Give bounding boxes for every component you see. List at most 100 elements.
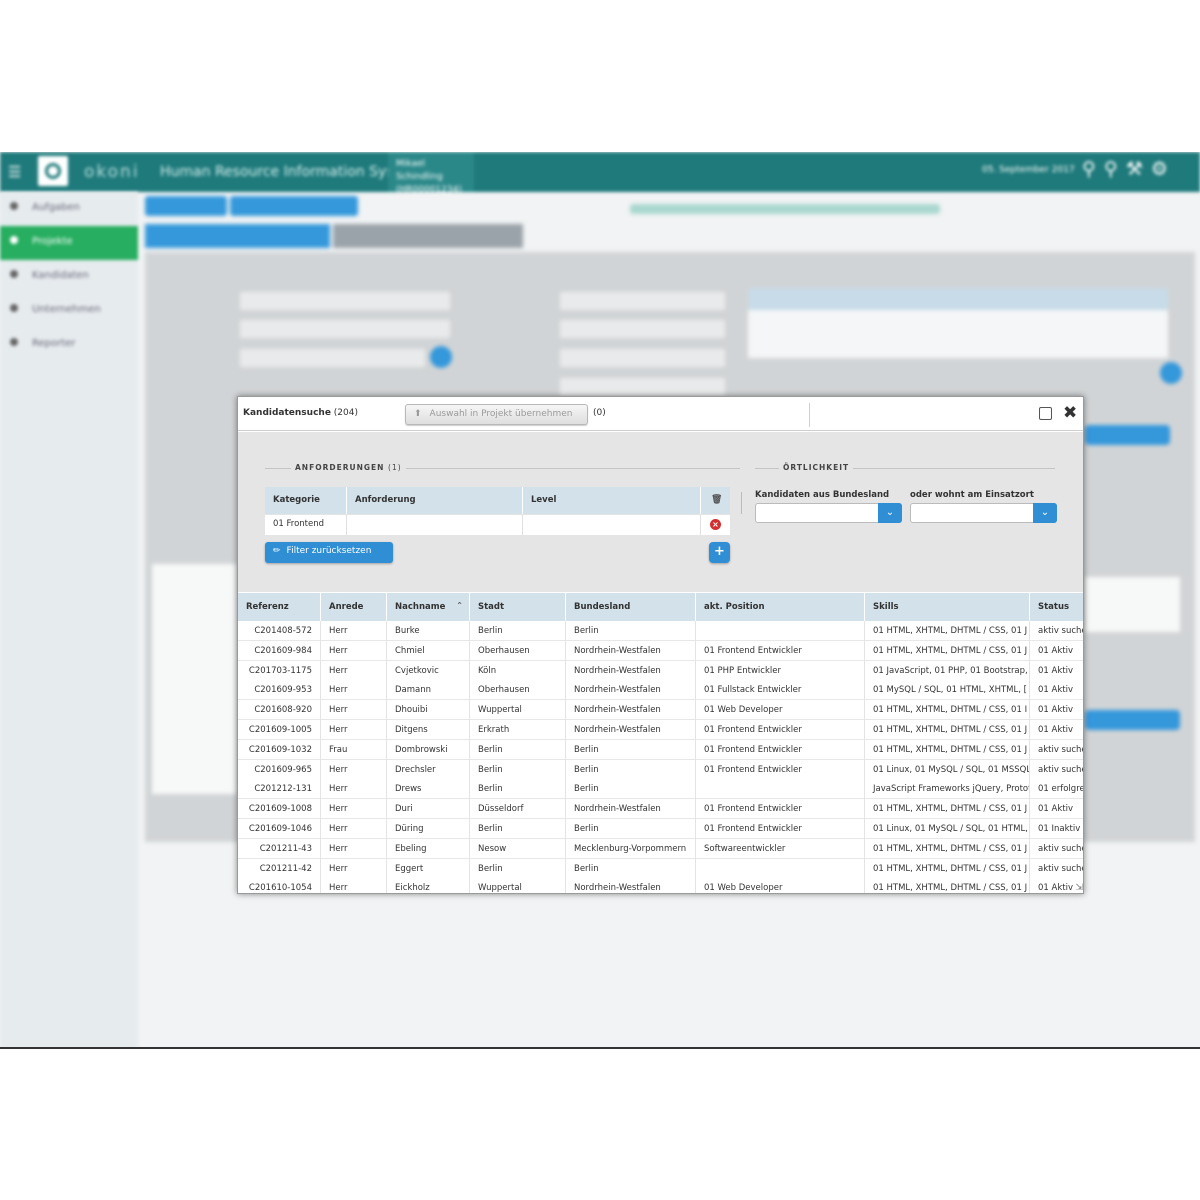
cell-status: 01 Aktiv [1030, 680, 1083, 700]
cell-pos: 01 Web Developer [696, 878, 865, 893]
cell-pos: 01 Frontend Entwickler [696, 799, 865, 820]
table-row[interactable]: C201608-920 Herr Dhouibi Wuppertal Nordrhein… [238, 700, 1083, 721]
cell-pos: 01 PHP Entwickler [696, 660, 865, 681]
settings-icon[interactable]: ⚙ [1151, 158, 1176, 180]
maximize-checkbox-icon[interactable] [1039, 407, 1052, 420]
zoom-icon[interactable]: ⚲ [1104, 158, 1126, 180]
wrench-icon[interactable]: ⚒ [1126, 158, 1151, 180]
table-row[interactable]: C201609-953 Herr Damann Oberhausen Nordrhein… [238, 680, 1083, 701]
requirement-kategorie[interactable]: 01 Frontend [265, 514, 347, 535]
resize-handle-icon[interactable]: ⇲ [1075, 883, 1083, 893]
sidebar-item-projekte[interactable]: Projekte [0, 226, 138, 260]
chevron-down-icon[interactable]: ⌄ [1033, 503, 1057, 523]
table-row[interactable]: C201609-1005 Herr Ditgens Erkrath Nordrhei… [238, 720, 1083, 740]
requirement-anforderung[interactable] [347, 514, 523, 535]
cell-anrede: Herr [321, 858, 387, 879]
chevron-down-icon[interactable]: ⌄ [878, 503, 902, 523]
cell-anrede: Herr [321, 680, 387, 701]
reset-filter-button[interactable]: ✏ Filter zurücksetzen [265, 542, 393, 563]
cell-stadt: Oberhausen [470, 680, 566, 701]
table-row[interactable]: C201610-1054 Herr Eickholz Wuppertal Nordrhe… [238, 878, 1083, 893]
col-status[interactable]: Status [1030, 593, 1083, 621]
cell-land: Nordrhein-Westfalen [566, 720, 696, 740]
cell-skills: JavaScript Frameworks jQuery, Protot [865, 779, 1030, 800]
cell-pos: Softwareentwickler [696, 838, 865, 859]
cell-ref: C201212-131 [238, 779, 321, 800]
cell-anrede: Frau [321, 739, 387, 760]
table-row[interactable]: C201703-1175 Herr Cvjetkovic Köln Nordrhein-… [238, 660, 1083, 681]
table-row[interactable]: C201211-43 Herr Ebeling Nesow Mecklenburg-Vo… [238, 838, 1083, 859]
cell-ref: C201609-1008 [238, 799, 321, 820]
trash-icon[interactable]: 🗑 [711, 495, 722, 505]
col-level[interactable]: Level [523, 487, 701, 514]
cell-stadt: Berlin [470, 779, 566, 800]
table-row[interactable]: C201211-42 Herr Eggert Berlin Berlin 01 HTML,… [238, 858, 1083, 879]
bg-chip [230, 196, 358, 216]
sidebar-item-reporter[interactable]: Reporter [0, 328, 138, 362]
cell-skills: 01 HTML, XHTML, DHTML / CSS, 01 J [865, 838, 1030, 859]
cell-land: Berlin [566, 819, 696, 839]
cell-anrede: Herr [321, 720, 387, 740]
col-nachname[interactable]: Nachname ⌃ [387, 593, 470, 621]
selected-count: (0) [593, 408, 606, 418]
cell-name: Dombrowski [387, 739, 470, 760]
brand-name: okoni [84, 162, 140, 182]
col-referenz[interactable]: Referenz [238, 593, 321, 621]
cell-skills: 01 HTML, XHTML, DHTML / CSS, 01 J [865, 858, 1030, 879]
user-name: Mikael Schindling [396, 159, 443, 182]
cell-ref: C201609-984 [238, 640, 321, 661]
col-stadt[interactable]: Stadt [470, 593, 566, 621]
col-bundesland[interactable]: Bundesland [566, 593, 696, 621]
cell-status: aktiv suche [1030, 859, 1083, 879]
menu-icon[interactable]: ☰ [8, 163, 21, 181]
sidebar-item-kandidaten[interactable]: Kandidaten [0, 260, 138, 294]
cell-status: 01 erfolgre [1030, 779, 1083, 799]
table-row[interactable]: C201609-1008 Herr Duri Düsseldorf Nordrhein-… [238, 799, 1083, 820]
table-row[interactable]: C201609-965 Herr Drechsler Berlin Berlin 01 F… [238, 759, 1083, 780]
table-row[interactable]: C201609-1046 Herr Düring Berlin Berlin 01 Fro… [238, 819, 1083, 839]
cell-stadt: Berlin [470, 858, 566, 879]
col-skills[interactable]: Skills [865, 593, 1030, 621]
col-anrede[interactable]: Anrede [321, 593, 387, 621]
cell-skills: 01 HTML, XHTML, DHTML / CSS, 01 J [865, 878, 1030, 893]
cell-land: Nordrhein-Westfalen [566, 878, 696, 893]
add-requirement-plus-icon[interactable]: + [709, 542, 730, 563]
logo-icon [38, 156, 68, 186]
col-position[interactable]: akt. Position [696, 593, 865, 621]
zoom-icon[interactable]: ⚲ [1082, 158, 1104, 180]
close-icon[interactable]: ✖ [1063, 403, 1077, 423]
requirements-table: Kategorie Anforderung Level 🗑 01 Fronten… [265, 487, 730, 535]
cell-skills: 01 Linux, 01 MySQL / SQL, 01 MSSQL [865, 759, 1030, 780]
cell-name: Drechsler [387, 759, 470, 780]
sidebar-item-aufgaben[interactable]: Aufgaben [0, 192, 138, 226]
requirements-heading: ANFORDERUNGEN (1) [291, 463, 406, 472]
col-anforderung[interactable]: Anforderung [347, 487, 523, 514]
city-select[interactable]: ⌄ [910, 503, 1057, 523]
cell-pos: 01 Frontend Entwickler [696, 640, 865, 661]
cell-stadt: Wuppertal [470, 700, 566, 721]
cell-skills: 01 HTML, XHTML, DHTML / CSS, 01 I [865, 700, 1030, 721]
user-info[interactable]: Mikael Schindling (HR00001234) [388, 152, 474, 195]
table-row[interactable]: C201609-984 Herr Chmiel Oberhausen Nordrhein… [238, 640, 1083, 661]
table-row[interactable]: C201609-1032 Frau Dombrowski Berlin Berlin 01… [238, 739, 1083, 760]
cell-name: Ditgens [387, 720, 470, 740]
cell-land: Berlin [566, 759, 696, 780]
cell-pos: 01 Frontend Entwickler [696, 759, 865, 780]
requirement-level[interactable] [523, 514, 701, 535]
cell-anrede: Herr [321, 779, 387, 800]
cell-stadt: Wuppertal [470, 878, 566, 893]
state-select[interactable]: ⌄ [755, 503, 902, 523]
sort-asc-icon: ⌃ [456, 601, 463, 610]
sidebar-item-unternehmen[interactable]: Unternehmen [0, 294, 138, 328]
table-row[interactable]: C201212-131 Herr Drews Berlin Berlin JavaScri… [238, 779, 1083, 800]
cell-status: 01 Aktiv [1030, 720, 1083, 740]
col-kategorie[interactable]: Kategorie [265, 487, 347, 514]
cell-land: Nordrhein-Westfalen [566, 799, 696, 820]
table-row[interactable]: C201408-572 Herr Burke Berlin Berlin 01 HTML,… [238, 621, 1083, 641]
remove-icon[interactable]: × [710, 519, 721, 530]
add-to-project-button[interactable]: ⬆ Auswahl in Projekt übernehmen [405, 404, 588, 425]
result-count: (204) [333, 408, 358, 418]
report-icon [10, 338, 18, 346]
top-bar: ☰ okoni Human Resource Information Syste… [0, 152, 1200, 195]
bg-tab [333, 224, 523, 248]
